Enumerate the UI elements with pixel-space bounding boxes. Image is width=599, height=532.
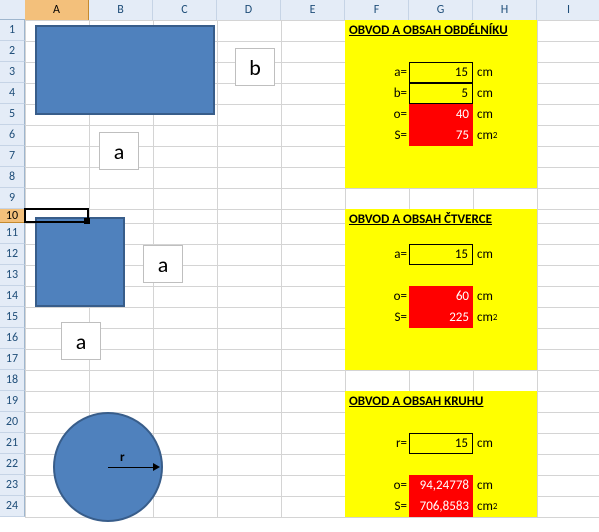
col-header-F[interactable]: F (345, 0, 409, 20)
row-header-24[interactable]: 24 (0, 496, 25, 517)
row-header-13[interactable]: 13 (0, 265, 25, 286)
col-header-E[interactable]: E (281, 0, 345, 20)
grid[interactable]: b a a a r OBVOD A OBSAH OBDÉLNÍKUa=15cmb… (25, 20, 599, 532)
label-b[interactable]: b (235, 48, 275, 86)
row-header-8[interactable]: 8 (0, 167, 25, 188)
rect1-title: OBVOD A OBSAH OBDÉLNÍKU (345, 20, 537, 41)
row-header-5[interactable]: 5 (0, 104, 25, 125)
column-headers: ABCDEFGHI (0, 0, 599, 20)
rect1-unit-0: cm (473, 62, 537, 83)
row-header-19[interactable]: 19 (0, 391, 25, 412)
square-value-3: 225 (409, 307, 473, 328)
col-header-H[interactable]: H (473, 0, 537, 20)
rect1-value-2: 40 (409, 104, 473, 125)
square-shape[interactable] (35, 217, 125, 307)
radius-arrow (153, 463, 160, 471)
row-header-6[interactable]: 6 (0, 125, 25, 146)
square-unit-0: cm (473, 244, 537, 265)
square-value-0[interactable]: 15 (409, 244, 473, 265)
col-header-D[interactable]: D (217, 0, 281, 20)
circle-value-0[interactable]: 15 (409, 433, 473, 454)
rect1-unit-3: cm2 (473, 125, 537, 146)
rect1-value-0[interactable]: 15 (409, 62, 473, 83)
rect1-unit-2: cm (473, 104, 537, 125)
row-header-10[interactable]: 10 (0, 209, 25, 223)
circle-unit-0: cm (473, 433, 537, 454)
circle-value-3: 706,8583 (409, 496, 473, 517)
circle-label-0: r= (345, 433, 409, 454)
spreadsheet: ABCDEFGHI 123456789101112131415161718192… (0, 0, 599, 532)
col-header-B[interactable]: B (89, 0, 153, 20)
col-header-G[interactable]: G (409, 0, 473, 20)
rect1-value-1[interactable]: 5 (409, 83, 473, 104)
row-header-23[interactable]: 23 (0, 475, 25, 496)
row-header-16[interactable]: 16 (0, 328, 25, 349)
label-a-square-right[interactable]: a (143, 245, 183, 283)
rectangle-shape[interactable] (35, 25, 215, 115)
col-header-C[interactable]: C (153, 0, 217, 20)
square-label-3: S= (345, 307, 409, 328)
rect1-label-1: b= (345, 83, 409, 104)
rect1-label-3: S= (345, 125, 409, 146)
label-a-rect[interactable]: a (99, 132, 139, 170)
circle-label-3: S= (345, 496, 409, 517)
circle-label-2: o= (345, 475, 409, 496)
rect1-value-3: 75 (409, 125, 473, 146)
square-unit-2: cm (473, 286, 537, 307)
rect1-label-0: a= (345, 62, 409, 83)
row-header-1[interactable]: 1 (0, 20, 25, 41)
rect1-label-2: o= (345, 104, 409, 125)
col-header-A[interactable]: A (25, 0, 89, 20)
circle-value-2: 94,24778 (409, 475, 473, 496)
row-header-21[interactable]: 21 (0, 433, 25, 454)
row-header-7[interactable]: 7 (0, 146, 25, 167)
square-value-2: 60 (409, 286, 473, 307)
square-title: OBVOD A OBSAH ČTVERCE (345, 209, 537, 223)
rect1-unit-1: cm (473, 83, 537, 104)
row-header-2[interactable]: 2 (0, 41, 25, 62)
square-label-2: o= (345, 286, 409, 307)
row-header-3[interactable]: 3 (0, 62, 25, 83)
row-header-18[interactable]: 18 (0, 370, 25, 391)
row-headers: 123456789101112131415161718192021222324 (0, 20, 25, 517)
row-header-4[interactable]: 4 (0, 83, 25, 104)
radius-label: r (120, 450, 125, 465)
row-header-12[interactable]: 12 (0, 244, 25, 265)
row-header-9[interactable]: 9 (0, 188, 25, 209)
square-label-0: a= (345, 244, 409, 265)
row-header-22[interactable]: 22 (0, 454, 25, 475)
square-unit-3: cm2 (473, 307, 537, 328)
row-header-20[interactable]: 20 (0, 412, 25, 433)
row-header-14[interactable]: 14 (0, 286, 25, 307)
row-header-17[interactable]: 17 (0, 349, 25, 370)
circle-unit-2: cm (473, 475, 537, 496)
col-header-I[interactable]: I (537, 0, 599, 20)
row-header-15[interactable]: 15 (0, 307, 25, 328)
row-header-11[interactable]: 11 (0, 223, 25, 244)
circle-unit-3: cm2 (473, 496, 537, 517)
circle-title: OBVOD A OBSAH KRUHU (345, 391, 537, 412)
label-a-square-bottom[interactable]: a (61, 322, 101, 360)
radius-line (108, 467, 158, 468)
